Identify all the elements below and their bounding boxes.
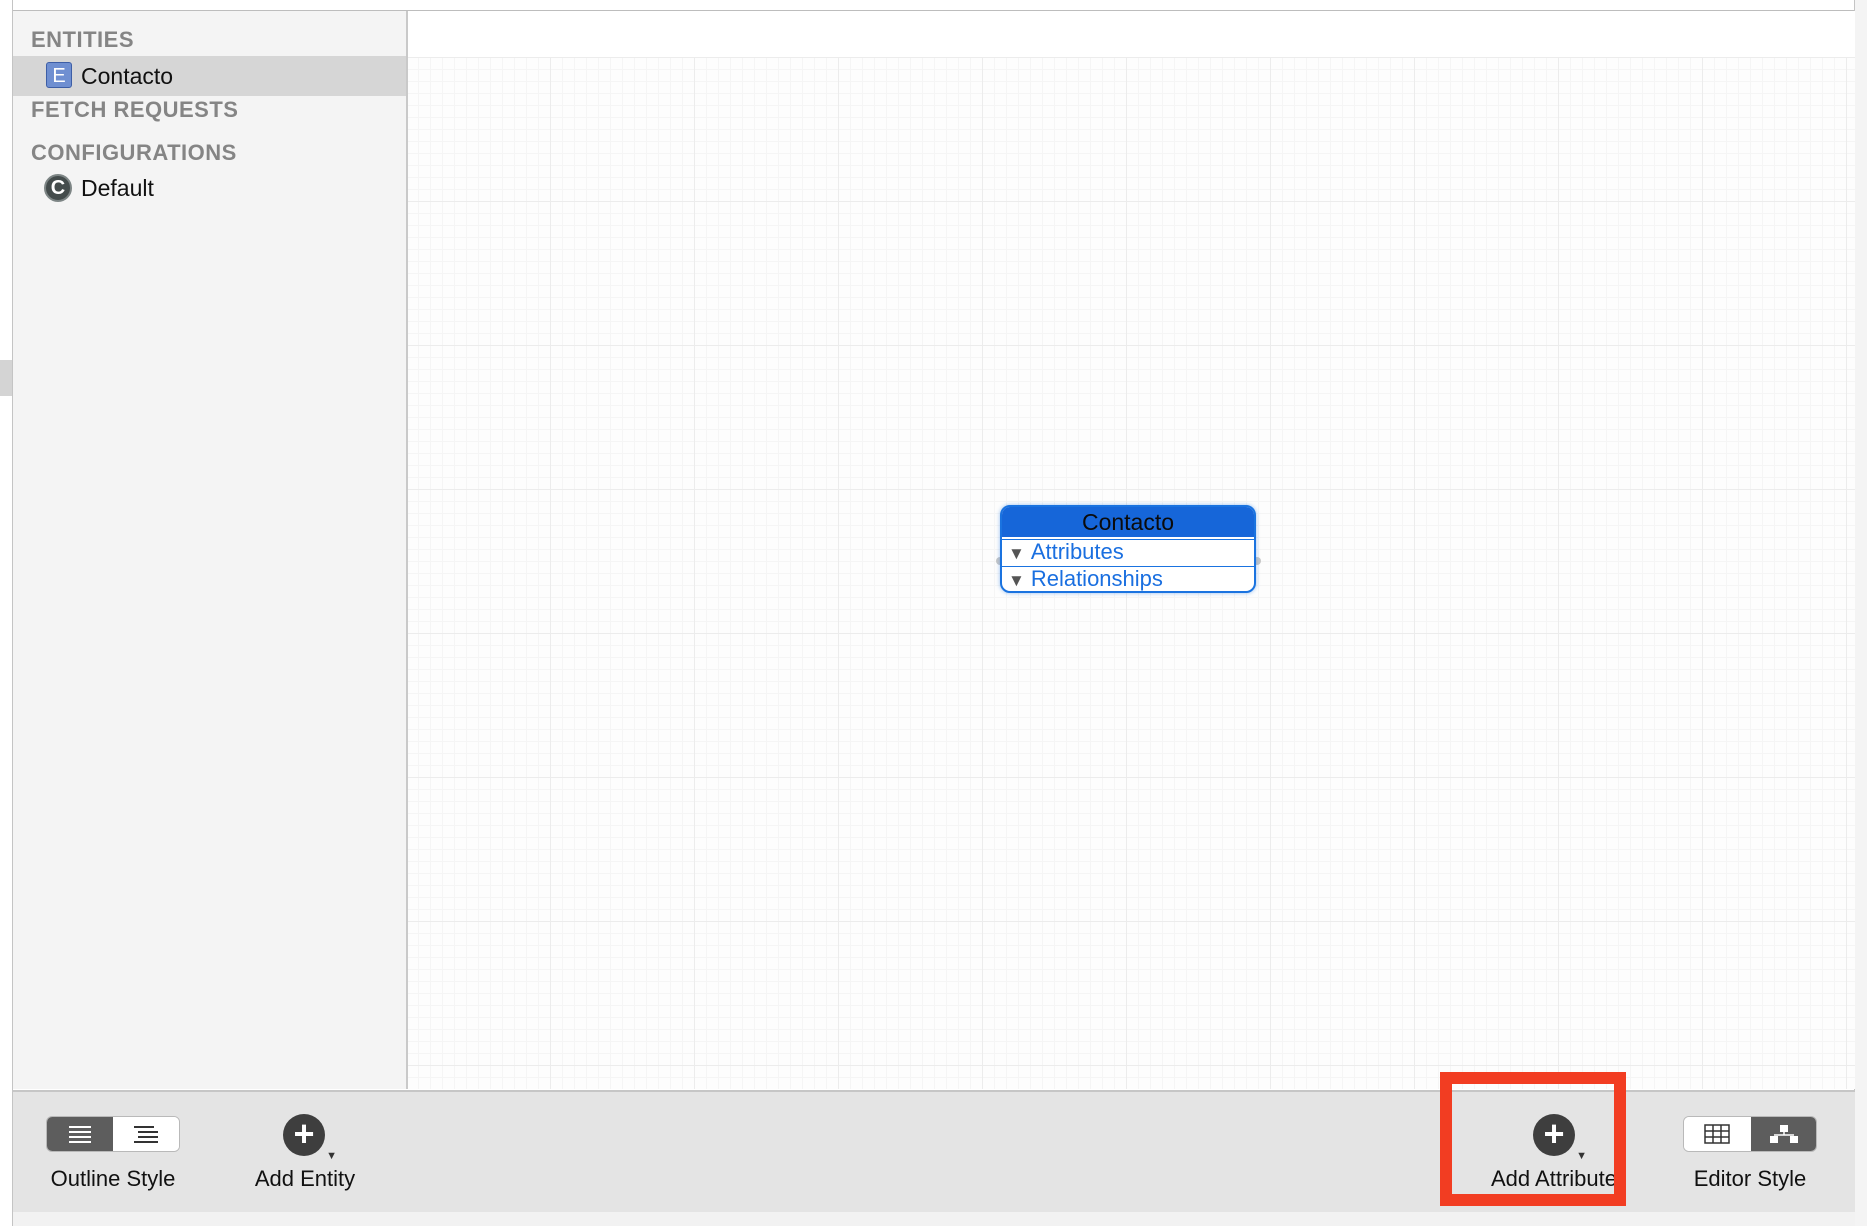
sidebar-item-default[interactable]: C Default (13, 168, 406, 208)
entity-label: Contacto (81, 63, 174, 89)
hierarchy-style-segment[interactable] (114, 1117, 179, 1151)
entity-node-contacto[interactable]: Contacto ▼ Attributes ▼ Relationships (1000, 505, 1256, 593)
outline-style-control[interactable] (46, 1116, 180, 1152)
graph-style-segment[interactable] (1751, 1117, 1816, 1151)
dropdown-caret-icon: ▼ (326, 1150, 337, 1162)
entity-node-title: Contacto (1002, 507, 1254, 537)
configuration-icon: C (44, 174, 72, 202)
canvas-margin (408, 11, 1855, 57)
outline-style-label: Outline Style (50, 1166, 176, 1191)
relationships-label: Relationships (1030, 566, 1163, 591)
list-icon (69, 1126, 91, 1143)
plus-icon: + (293, 1113, 315, 1154)
entity-icon: E (46, 62, 72, 88)
table-style-segment[interactable] (1684, 1117, 1750, 1151)
indented-list-icon (134, 1126, 158, 1143)
fetch-requests-header: FETCH REQUESTS (31, 97, 239, 122)
status-strip (13, 1212, 1855, 1226)
graph-canvas[interactable]: Contacto ▼ Attributes ▼ Relationships (408, 11, 1855, 1089)
configuration-label: Default (81, 175, 154, 201)
graph-nodes-icon (1770, 1125, 1798, 1143)
sidebar-item-contacto[interactable]: E Contacto (13, 56, 406, 96)
list-style-segment[interactable] (47, 1117, 113, 1151)
add-entity-button[interactable]: + ▼ (283, 1113, 337, 1162)
table-grid-icon (1704, 1124, 1730, 1144)
entities-header: ENTITIES (31, 27, 135, 52)
disclosure-triangle-icon[interactable]: ▼ (1008, 571, 1025, 591)
configurations-header: CONFIGURATIONS (31, 140, 237, 165)
highlight-annotation-box (1440, 1072, 1626, 1206)
editor-style-label: Editor Style (1693, 1166, 1807, 1191)
outline-sidebar: ENTITIES E Contacto FETCH REQUESTS CONFI… (13, 11, 408, 1089)
right-edge-panel (1854, 0, 1867, 1226)
editor-style-control[interactable] (1683, 1116, 1817, 1152)
attributes-section[interactable]: ▼ Attributes (1008, 539, 1124, 565)
relationships-section[interactable]: ▼ Relationships (1008, 566, 1163, 591)
add-entity-label: Add Entity (254, 1166, 356, 1191)
window-top-edge (0, 0, 1867, 11)
left-edge-panel (0, 0, 13, 1226)
disclosure-triangle-icon[interactable]: ▼ (1008, 544, 1025, 564)
left-edge-tab[interactable] (0, 360, 12, 396)
attributes-label: Attributes (1030, 539, 1124, 564)
